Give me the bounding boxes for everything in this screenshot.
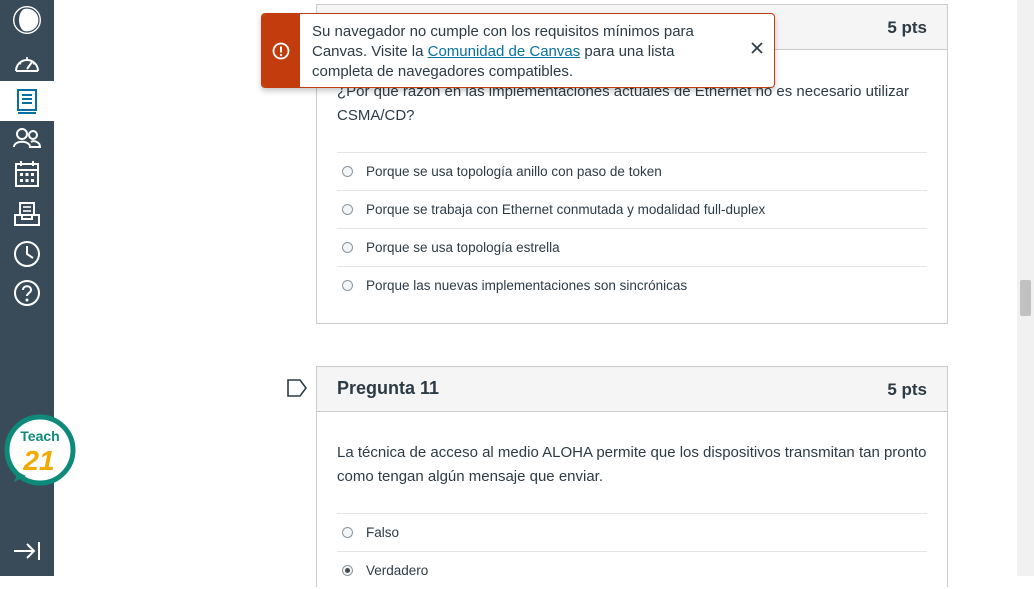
teach-label: Teach: [20, 428, 59, 444]
nav-calendar[interactable]: [0, 154, 54, 194]
collapse-nav-icon: [14, 542, 40, 560]
nav-groups[interactable]: [0, 118, 54, 158]
profile-icon: [13, 6, 41, 34]
question-text: La técnica de acceso al medio ALOHA perm…: [337, 444, 927, 485]
teach-number: 21: [22, 445, 54, 476]
collapse-nav-button[interactable]: [12, 540, 42, 562]
radio-button[interactable]: [342, 166, 353, 177]
answer-label: Porque las nuevas implementaciones son s…: [366, 278, 688, 293]
scrollbar-thumb[interactable]: [1020, 280, 1031, 316]
answer-option[interactable]: Porque se usa topología estrella: [337, 228, 927, 266]
answer-option[interactable]: Porque se trabaja con Ethernet conmutada…: [337, 190, 927, 228]
teach21-badge[interactable]: Teach 21: [4, 414, 76, 486]
radio-button[interactable]: [342, 527, 353, 538]
history-icon: [14, 241, 40, 267]
help-icon: [14, 280, 40, 306]
question-header: Pregunta 11 5 pts: [317, 367, 947, 412]
close-icon[interactable]: [750, 41, 764, 55]
answer-label: Porque se usa topología anillo con paso …: [366, 164, 662, 179]
page-scrollbar[interactable]: [1017, 0, 1034, 576]
answer-list: Falso Verdadero: [337, 513, 927, 589]
nav-inbox[interactable]: [0, 194, 54, 234]
answer-label: Falso: [366, 525, 400, 540]
question-card-11: Pregunta 11 5 pts La técnica de acceso a…: [316, 366, 948, 587]
answer-label: Porque se usa topología estrella: [366, 240, 560, 255]
dashboard-icon: [15, 57, 39, 72]
calendar-icon: [15, 161, 39, 187]
groups-icon: [13, 128, 42, 148]
answer-option[interactable]: Falso: [337, 513, 927, 551]
answer-option[interactable]: Porque las nuevas implementaciones son s…: [337, 266, 927, 304]
radio-button-selected[interactable]: [342, 565, 353, 576]
browser-warning-alert: Su navegador no cumple con los requisito…: [261, 13, 775, 88]
alert-side-bar: [262, 14, 300, 87]
radio-button[interactable]: [342, 280, 353, 291]
flag-question-icon[interactable]: [287, 379, 307, 397]
nav-courses[interactable]: [0, 81, 54, 121]
global-navigation: Teach 21: [0, 0, 76, 576]
warning-icon: [272, 42, 290, 59]
courses-icon: [17, 89, 37, 114]
nav-profile[interactable]: [0, 0, 54, 40]
alert-message: Su navegador no cumple con los requisito…: [312, 22, 722, 82]
nav-dashboard[interactable]: [0, 44, 54, 84]
radio-button[interactable]: [342, 204, 353, 215]
radio-button[interactable]: [342, 242, 353, 253]
answer-option[interactable]: Verdadero: [337, 551, 927, 589]
nav-help[interactable]: [0, 273, 54, 313]
answer-option[interactable]: Porque se usa topología anillo con paso …: [337, 152, 927, 190]
answer-label: Porque se trabaja con Ethernet conmutada…: [366, 202, 766, 217]
answer-list: Porque se usa topología anillo con paso …: [337, 152, 927, 304]
question-title: Pregunta 11: [337, 378, 440, 398]
question-points: 5 pts: [887, 380, 927, 399]
question-points: 5 pts: [887, 18, 927, 37]
inbox-icon: [14, 202, 40, 226]
nav-history[interactable]: [0, 234, 54, 274]
canvas-community-link[interactable]: Comunidad de Canvas: [428, 43, 581, 60]
